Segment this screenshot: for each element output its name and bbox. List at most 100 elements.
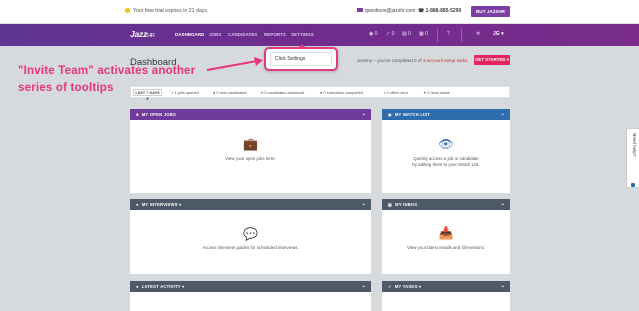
clock-icon: [125, 8, 130, 13]
chevron-down-icon[interactable]: ⌄: [501, 111, 505, 117]
chevron-down-icon[interactable]: ⌄: [362, 283, 366, 289]
stat-offers-sent: ▪0 offers sent: [384, 90, 408, 95]
need-help-tab[interactable]: Need help?: [626, 128, 639, 188]
trial-notice-bar: Your free trial expires in 21 days. ques…: [0, 0, 639, 24]
gear-icon[interactable]: ✲: [476, 31, 480, 37]
panel-open-jobs: ■ MY OPEN JOBS ⌄ 💼 View your open jobs her…: [130, 109, 371, 193]
panel-latest-activity: ● LATEST ACTIVITY ▾ ⌄: [130, 281, 371, 311]
stat-label: 0 new candidates: [216, 90, 247, 95]
envelope-icon: [357, 8, 363, 12]
get-started-label: GET STARTED: [474, 57, 506, 62]
eye-icon: 👁: [438, 137, 454, 151]
panel-header[interactable]: ■ MY OPEN JOBS ⌄: [130, 109, 371, 120]
user-initials: JG: [493, 31, 500, 37]
panel-title: MY OPEN JOBS: [141, 112, 176, 117]
get-started-button[interactable]: GET STARTED ▾: [474, 55, 510, 65]
stat-hires-made: ✦0 hires made: [423, 90, 450, 95]
inbox-icon: ▤: [402, 31, 407, 37]
watch-count-value: 0: [374, 31, 378, 37]
trophy-icon: ✦: [423, 90, 427, 95]
date-range-label: LAST 7 DAYS: [135, 91, 160, 95]
eye-icon: ◉: [369, 31, 374, 37]
annotation-line-1: "Invite Team" activates another: [18, 65, 196, 77]
panel-message: Access interview guides for scheduled in…: [202, 245, 299, 250]
chat-bubbles-icon: 💬: [243, 227, 258, 241]
inbox-count-value: 0: [408, 31, 411, 37]
briefcase-icon: ■: [136, 112, 139, 117]
chevron-down-icon: ▾: [418, 284, 422, 289]
chevron-down-icon: ▾: [182, 284, 185, 289]
panel-message: View your open jobs here.: [225, 156, 276, 161]
setup-tasks-link[interactable]: 3 account setup tasks.: [423, 58, 469, 63]
chevron-down-icon[interactable]: ⌄: [362, 111, 366, 117]
panel-message: View your latest emails and @mentions.: [406, 245, 486, 250]
nav-reports[interactable]: REPORTS: [264, 32, 286, 37]
stat-label: 0 offers sent: [386, 90, 408, 95]
calendar-count-value: 0: [425, 31, 428, 37]
inbox-tray-icon: 📥: [438, 226, 454, 240]
nav-candidates[interactable]: CANDIDATES: [228, 32, 257, 37]
logo-sub: HR: [147, 33, 155, 39]
stat-label: 1 jobs opened: [174, 90, 199, 95]
panel-title: MY INBOX: [395, 202, 418, 207]
panel-header[interactable]: ✓ MY TASKS ▾ ⌄: [382, 281, 510, 292]
user-icon: ●: [213, 90, 216, 95]
panel-message-line-2: by adding them to your Watch List.: [412, 162, 480, 167]
briefcase-icon: 💼: [243, 137, 258, 151]
panel-header[interactable]: ● MY INTERVIEWS ▾ ⌄: [130, 199, 371, 210]
tasks-count[interactable]: ✓ 0: [386, 31, 394, 37]
eye-icon: ◉: [388, 112, 392, 117]
inbox-count[interactable]: ▤ 0: [402, 31, 411, 37]
nav-dashboard[interactable]: DASHBOARD: [175, 32, 204, 37]
nav-jobs[interactable]: JOBS: [209, 32, 221, 37]
support-email[interactable]: questions@jazzhr.com: [357, 8, 415, 14]
user-menu[interactable]: JG ▾: [493, 31, 504, 37]
buy-button[interactable]: BUY JAZZHR: [471, 6, 510, 17]
logo-main: Jazz: [130, 29, 148, 39]
panel-header[interactable]: ◉ MY WATCH LIST ⌄: [382, 109, 510, 120]
annotation-line-2: series of tooltips: [18, 82, 114, 94]
chevron-down-icon: ▾: [501, 31, 504, 37]
tooltip-text: Click Settings: [270, 52, 332, 66]
panel-interviews: ● MY INTERVIEWS ▾ ⌄ 💬 Access interview gui…: [130, 199, 371, 274]
chevron-down-icon: ▾: [506, 57, 510, 62]
chat-icon: ●: [320, 90, 323, 95]
stat-candidates-advanced: ➜0 candidates advanced: [260, 90, 304, 95]
trial-days: expires in 21 days.: [165, 8, 209, 14]
nav-divider: [461, 28, 462, 42]
calendar-icon: ▦: [419, 31, 424, 37]
panel-title: MY WATCH LIST: [394, 112, 431, 117]
help-icon[interactable]: ?: [447, 31, 450, 37]
support-phone: ☎ 1-888-885-5299: [418, 8, 462, 14]
check-icon: ✓: [386, 31, 391, 37]
stat-new-candidates: ●0 new candidates: [213, 90, 247, 95]
nav-settings[interactable]: SETTINGS: [291, 32, 314, 37]
watch-count[interactable]: ◉ 0: [369, 31, 378, 37]
check-icon: ✓: [388, 284, 392, 289]
stat-label: 0 interviews completed: [323, 90, 363, 95]
chevron-down-icon: ▾: [179, 202, 182, 207]
chevron-down-icon[interactable]: ⌄: [501, 201, 505, 207]
stats-bar: LAST 7 DAYS ▾ ▪1 jobs opened ●0 new cand…: [130, 86, 510, 101]
inbox-icon: ▤: [388, 202, 393, 207]
phone-text: 1-888-885-5299: [425, 8, 462, 14]
date-range-select[interactable]: LAST 7 DAYS ▾: [133, 89, 162, 101]
stat-label: 0 hires made: [427, 90, 450, 95]
nav-divider: [437, 28, 438, 42]
tooltip-popover: Click Settings: [264, 44, 338, 71]
panel-title: MY TASKS: [394, 284, 418, 289]
panel-title: LATEST ACTIVITY: [141, 284, 181, 289]
panel-header[interactable]: ▤ MY INBOX ⌄: [382, 199, 510, 210]
panel-inbox: ▤ MY INBOX ⌄ 📥 View your latest emails and…: [382, 199, 510, 274]
email-text[interactable]: questions@jazzhr.com: [365, 8, 415, 14]
tooltip-caret: [298, 44, 306, 48]
trial-status: Your free trial expires in 21 days.: [125, 8, 208, 14]
main-nav: JazzHR DASHBOARD JOBS CANDIDATES REPORTS…: [0, 24, 639, 46]
panel-header[interactable]: ● LATEST ACTIVITY ▾ ⌄: [130, 281, 371, 292]
calendar-count[interactable]: ▦ 0: [419, 31, 428, 37]
logo[interactable]: JazzHR: [130, 29, 155, 39]
help-badge-icon: [631, 183, 635, 187]
chevron-down-icon[interactable]: ⌄: [362, 201, 366, 207]
chat-icon: ●: [136, 202, 139, 207]
chevron-down-icon[interactable]: ⌄: [501, 283, 505, 289]
